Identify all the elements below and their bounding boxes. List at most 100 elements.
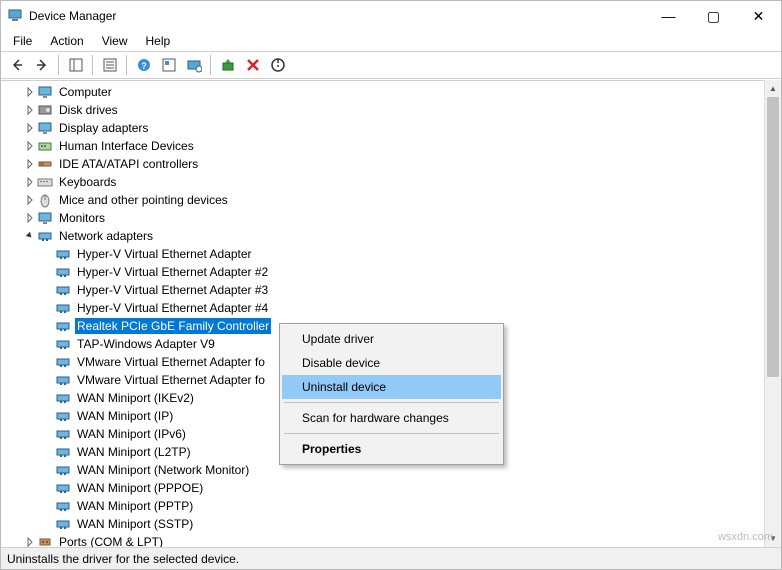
- tree-item-label: Monitors: [57, 210, 107, 226]
- device-item[interactable]: WAN Miniport (SSTP): [1, 515, 781, 533]
- device-item[interactable]: Hyper-V Virtual Ethernet Adapter #4: [1, 299, 781, 317]
- ctx-update-driver[interactable]: Update driver: [282, 327, 501, 351]
- device-item[interactable]: Hyper-V Virtual Ethernet Adapter #2: [1, 263, 781, 281]
- menubar: File Action View Help: [1, 31, 781, 51]
- device-category[interactable]: Human Interface Devices: [1, 137, 781, 155]
- expand-arrow-icon[interactable]: [23, 229, 37, 243]
- statusbar: Uninstalls the driver for the selected d…: [1, 547, 781, 569]
- expand-arrow-icon[interactable]: [23, 175, 37, 189]
- expand-arrow-icon[interactable]: [23, 139, 37, 153]
- tree-item-label: Network adapters: [57, 228, 155, 244]
- tree-scrollbar[interactable]: ▲ ▼: [764, 80, 781, 547]
- expand-arrow-icon: [41, 445, 55, 459]
- device-category[interactable]: Monitors: [1, 209, 781, 227]
- toolbar-uninstall-button[interactable]: [241, 54, 264, 76]
- network-icon: [55, 354, 71, 370]
- tree-item-label: IDE ATA/ATAPI controllers: [57, 156, 200, 172]
- ctx-uninstall-device[interactable]: Uninstall device: [282, 375, 501, 399]
- expand-arrow-icon[interactable]: [23, 193, 37, 207]
- svg-text:?: ?: [141, 61, 147, 71]
- device-item[interactable]: WAN Miniport (PPTP): [1, 497, 781, 515]
- expand-arrow-icon[interactable]: [23, 121, 37, 135]
- device-tree[interactable]: ComputerDisk drivesDisplay adaptersHuman…: [1, 80, 781, 547]
- toolbar-update-driver-button[interactable]: [216, 54, 239, 76]
- expand-arrow-icon: [41, 373, 55, 387]
- expand-arrow-icon: [41, 355, 55, 369]
- toolbar-disable-button[interactable]: [266, 54, 289, 76]
- tree-item-label: Disk drives: [57, 102, 120, 118]
- menu-action[interactable]: Action: [42, 32, 91, 50]
- tree-item-label: VMware Virtual Ethernet Adapter fo: [75, 354, 267, 370]
- device-item[interactable]: Hyper-V Virtual Ethernet Adapter #3: [1, 281, 781, 299]
- ctx-disable-device[interactable]: Disable device: [282, 351, 501, 375]
- tree-item-label: TAP-Windows Adapter V9: [75, 336, 217, 352]
- tree-item-label: Hyper-V Virtual Ethernet Adapter #2: [75, 264, 270, 280]
- expand-arrow-icon: [41, 247, 55, 261]
- separator: [92, 55, 93, 75]
- network-icon: [55, 318, 71, 334]
- device-category[interactable]: Network adapters: [1, 227, 781, 245]
- menu-view[interactable]: View: [94, 32, 136, 50]
- context-menu: Update driver Disable device Uninstall d…: [279, 323, 504, 465]
- monitor-icon: [37, 120, 53, 136]
- expand-arrow-icon[interactable]: [23, 85, 37, 99]
- tree-item-label: VMware Virtual Ethernet Adapter fo: [75, 372, 267, 388]
- expand-arrow-icon: [41, 463, 55, 477]
- close-button[interactable]: ✕: [736, 1, 781, 31]
- toolbar-forward-button[interactable]: [30, 54, 53, 76]
- scroll-thumb[interactable]: [767, 97, 779, 377]
- network-icon: [55, 480, 71, 496]
- toolbar-show-hide-button[interactable]: [64, 54, 87, 76]
- menu-file[interactable]: File: [5, 32, 40, 50]
- device-item[interactable]: WAN Miniport (PPPOE): [1, 479, 781, 497]
- expand-arrow-icon[interactable]: [23, 535, 37, 547]
- network-icon: [55, 300, 71, 316]
- mouse-icon: [37, 192, 53, 208]
- toolbar-help-button[interactable]: ?: [132, 54, 155, 76]
- expand-arrow-icon: [41, 499, 55, 513]
- window-title: Device Manager: [29, 9, 116, 23]
- separator: [284, 402, 499, 403]
- device-category[interactable]: Mice and other pointing devices: [1, 191, 781, 209]
- toolbar-back-button[interactable]: [5, 54, 28, 76]
- expand-arrow-icon[interactable]: [23, 103, 37, 117]
- keyboard-icon: [37, 174, 53, 190]
- toolbar-action-center-button[interactable]: [157, 54, 180, 76]
- network-icon: [37, 228, 53, 244]
- device-item[interactable]: Hyper-V Virtual Ethernet Adapter: [1, 245, 781, 263]
- device-category[interactable]: Display adapters: [1, 119, 781, 137]
- network-icon: [55, 264, 71, 280]
- expand-arrow-icon: [41, 301, 55, 315]
- expand-arrow-icon[interactable]: [23, 157, 37, 171]
- ctx-scan-hardware[interactable]: Scan for hardware changes: [282, 406, 501, 430]
- monitor-icon: [37, 210, 53, 226]
- scroll-up-icon[interactable]: ▲: [765, 80, 781, 97]
- tree-item-label: Human Interface Devices: [57, 138, 196, 154]
- expand-arrow-icon: [41, 265, 55, 279]
- ctx-properties[interactable]: Properties: [282, 437, 501, 461]
- minimize-button[interactable]: —: [646, 1, 691, 31]
- network-icon: [55, 426, 71, 442]
- device-category[interactable]: IDE ATA/ATAPI controllers: [1, 155, 781, 173]
- ide-icon: [37, 156, 53, 172]
- device-category[interactable]: Disk drives: [1, 101, 781, 119]
- tree-item-label: WAN Miniport (PPTP): [75, 498, 195, 514]
- toolbar-properties-button[interactable]: [98, 54, 121, 76]
- maximize-button[interactable]: ▢: [691, 1, 736, 31]
- tree-item-label: WAN Miniport (IPv6): [75, 426, 188, 442]
- device-category[interactable]: Computer: [1, 83, 781, 101]
- separator: [210, 55, 211, 75]
- toolbar-scan-button[interactable]: [182, 54, 205, 76]
- device-category[interactable]: Keyboards: [1, 173, 781, 191]
- network-icon: [55, 282, 71, 298]
- network-icon: [55, 390, 71, 406]
- menu-help[interactable]: Help: [138, 32, 179, 50]
- separator: [284, 433, 499, 434]
- device-category[interactable]: Ports (COM & LPT): [1, 533, 781, 547]
- expand-arrow-icon[interactable]: [23, 211, 37, 225]
- expand-arrow-icon: [41, 409, 55, 423]
- tree-item-label: WAN Miniport (L2TP): [75, 444, 193, 460]
- status-text: Uninstalls the driver for the selected d…: [7, 552, 239, 566]
- tree-item-label: WAN Miniport (IKEv2): [75, 390, 196, 406]
- hid-icon: [37, 138, 53, 154]
